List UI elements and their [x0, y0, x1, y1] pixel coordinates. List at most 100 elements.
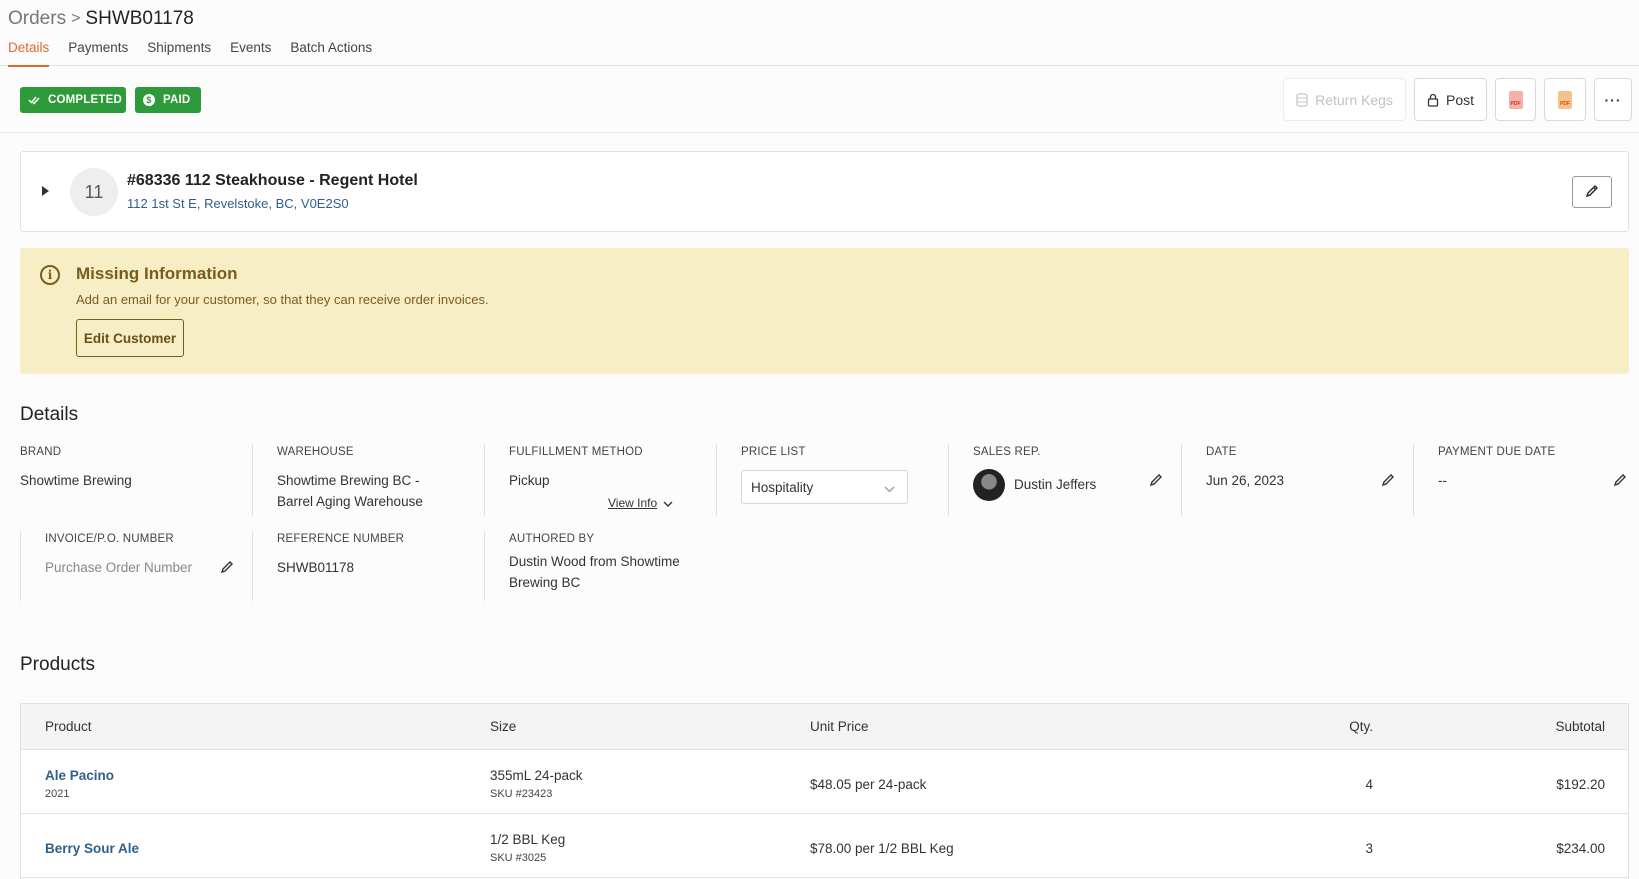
tab-bar: Details Payments Shipments Events Batch …: [8, 40, 391, 67]
tab-shipments[interactable]: Shipments: [147, 40, 211, 66]
keg-icon: [1296, 92, 1308, 107]
column-header-product: Product: [45, 719, 92, 734]
warehouse-field: WAREHOUSE Showtime Brewing BC - Barrel A…: [277, 446, 423, 512]
breadcrumb: Orders > SHWB01178: [8, 8, 194, 30]
edit-customer-icon-button[interactable]: [1572, 176, 1612, 208]
edit-customer-button[interactable]: Edit Customer: [76, 319, 184, 357]
status-paid-label: PAID: [163, 94, 191, 106]
post-button[interactable]: Post: [1414, 78, 1487, 121]
status-completed-label: COMPLETED: [48, 94, 122, 106]
product-qty: 4: [1365, 777, 1373, 792]
price-list-select[interactable]: Hospitality: [741, 470, 908, 504]
more-icon: ···: [1604, 91, 1622, 108]
dollar-coin-icon: $: [143, 94, 155, 106]
table-row: Berry Sour Ale 1/2 BBL Keg SKU #3025 $78…: [21, 814, 1628, 878]
download-invoice-pdf-button[interactable]: PDF: [1544, 78, 1586, 121]
product-subtotal: $192.20: [1556, 777, 1605, 792]
divider: [20, 531, 21, 601]
divider: [252, 531, 253, 601]
missing-info-alert: i Missing Information Add an email for y…: [20, 248, 1629, 374]
authored-by-field: AUTHORED BY Dustin Wood from Showtime Br…: [509, 533, 680, 593]
tab-payments[interactable]: Payments: [68, 40, 128, 66]
date-value: Jun 26, 2023: [1206, 473, 1285, 488]
alert-message: Add an email for your customer, so that …: [76, 292, 489, 307]
chevron-down-icon: [884, 481, 895, 496]
expand-caret-icon[interactable]: [42, 186, 49, 196]
brand-value: Showtime Brewing: [20, 473, 132, 488]
product-sku: SKU #23423: [490, 788, 553, 800]
view-info-link[interactable]: View Info: [608, 496, 673, 510]
product-sku: SKU #3025: [490, 852, 547, 864]
tab-batch-actions[interactable]: Batch Actions: [290, 40, 372, 66]
customer-name: #68336 112 Steakhouse - Regent Hotel: [127, 172, 418, 189]
products-table: Product Size Unit Price Qty. Subtotal Al…: [20, 703, 1629, 879]
invoice-field: INVOICE/P.O. NUMBER Purchase Order Numbe…: [45, 533, 192, 578]
edit-date-pencil-icon[interactable]: [1381, 473, 1395, 490]
more-actions-button[interactable]: ···: [1594, 78, 1632, 121]
brand-field: BRAND Showtime Brewing: [20, 446, 132, 491]
order-toolbar: COMPLETED $ PAID Return Kegs Post PDF PD…: [0, 67, 1639, 133]
info-icon: i: [40, 265, 60, 285]
double-check-icon: [28, 95, 40, 105]
column-header-size: Size: [490, 719, 517, 734]
product-year: 2021: [45, 788, 70, 800]
download-pdf-button[interactable]: PDF: [1495, 78, 1536, 121]
product-subtotal: $234.00: [1556, 841, 1605, 856]
payment-due-value: --: [1438, 473, 1447, 488]
product-unit-price: $48.05 per 24-pack: [810, 777, 927, 792]
tab-details[interactable]: Details: [8, 40, 50, 67]
fulfillment-field: FULFILLMENT METHOD Pickup: [509, 446, 643, 491]
products-heading: Products: [20, 654, 95, 675]
page-header: Orders > SHWB01178 Details Payments Ship…: [0, 0, 1639, 67]
divider: [484, 531, 485, 601]
product-name-link[interactable]: Berry Sour Ale: [45, 841, 139, 856]
column-header-qty: Qty.: [1349, 719, 1373, 734]
edit-invoice-pencil-icon[interactable]: [220, 560, 234, 577]
pdf-file-icon: PDF: [1558, 90, 1572, 109]
return-kegs-button[interactable]: Return Kegs: [1283, 78, 1406, 121]
reference-value: SHWB01178: [277, 560, 355, 575]
invoice-input[interactable]: Purchase Order Number: [45, 557, 192, 578]
divider: [1181, 444, 1182, 516]
divider: [252, 444, 253, 516]
column-header-unit-price: Unit Price: [810, 719, 869, 734]
payment-due-field: PAYMENT DUE DATE --: [1438, 446, 1555, 491]
product-size: 1/2 BBL Keg: [490, 832, 566, 847]
sales-rep-avatar: [973, 469, 1005, 501]
table-header: Product Size Unit Price Qty. Subtotal: [21, 704, 1628, 750]
product-qty: 3: [1365, 841, 1373, 856]
sales-rep-field: SALES REP.: [973, 446, 1041, 458]
warehouse-value: Showtime Brewing BC - Barrel Aging Wareh…: [277, 473, 423, 509]
sales-rep-value: Dustin Jeffers: [1014, 477, 1097, 492]
customer-card: 11 #68336 112 Steakhouse - Regent Hotel …: [20, 151, 1629, 232]
divider: [948, 444, 949, 516]
column-header-subtotal: Subtotal: [1555, 719, 1605, 734]
date-field: DATE Jun 26, 2023: [1206, 446, 1284, 491]
pdf-file-icon: PDF: [1508, 90, 1523, 109]
breadcrumb-separator: >: [71, 10, 81, 27]
alert-title: Missing Information: [76, 264, 238, 283]
product-size: 355mL 24-pack: [490, 768, 583, 783]
lock-icon: [1427, 93, 1439, 107]
product-name-link[interactable]: Ale Pacino: [45, 768, 114, 783]
pencil-icon: [1585, 184, 1599, 201]
fulfillment-value: Pickup: [509, 473, 550, 488]
reference-field: REFERENCE NUMBER SHWB01178: [277, 533, 404, 578]
edit-payment-due-pencil-icon[interactable]: [1613, 473, 1627, 490]
divider: [1413, 444, 1414, 516]
status-badge-paid: $ PAID: [135, 87, 201, 113]
status-badge-completed: COMPLETED: [20, 87, 126, 113]
divider: [716, 444, 717, 516]
tab-events[interactable]: Events: [230, 40, 271, 66]
table-row: Ale Pacino 2021 355mL 24-pack SKU #23423…: [21, 750, 1628, 814]
edit-sales-rep-pencil-icon[interactable]: [1149, 473, 1163, 490]
breadcrumb-orders-link[interactable]: Orders: [8, 8, 66, 30]
page-title: SHWB01178: [85, 8, 194, 29]
customer-address: 112 1st St E, Revelstoke, BC, V0E2S0: [127, 196, 349, 211]
divider: [484, 444, 485, 516]
authored-by-value: Dustin Wood from Showtime Brewing BC: [509, 554, 680, 590]
product-unit-price: $78.00 per 1/2 BBL Keg: [810, 841, 954, 856]
customer-number-avatar: 11: [70, 168, 118, 216]
price-list-field: PRICE LIST: [741, 446, 806, 458]
chevron-down-icon: [663, 496, 673, 510]
